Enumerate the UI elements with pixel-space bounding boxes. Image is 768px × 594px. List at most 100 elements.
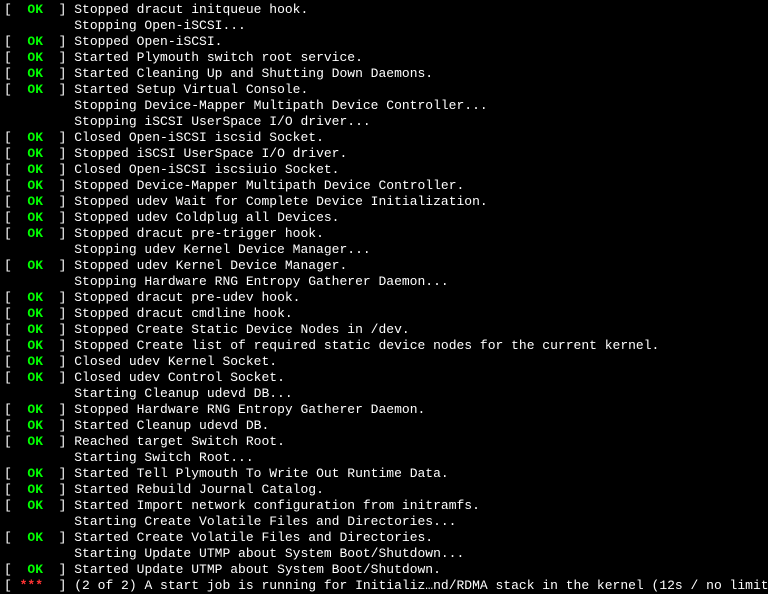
status-ok: OK xyxy=(27,130,43,146)
status-ok: OK xyxy=(27,66,43,82)
status-ok: OK xyxy=(27,354,43,370)
line-message: Stopping iSCSI UserSpace I/O driver... xyxy=(74,114,370,130)
status-ok: OK xyxy=(27,466,43,482)
line-message: (2 of 2) A start job is running for Init… xyxy=(74,578,768,594)
bracket-close: ] xyxy=(43,562,74,578)
status-ok: OK xyxy=(27,226,43,242)
console-line: [ OK ] Stopped udev Kernel Device Manage… xyxy=(4,258,764,274)
status-ok: OK xyxy=(27,50,43,66)
bracket-close: ] xyxy=(43,130,74,146)
status-ok: OK xyxy=(27,82,43,98)
line-message: Stopped dracut pre-udev hook. xyxy=(74,290,300,306)
status-ok: OK xyxy=(27,194,43,210)
bracket-open: [ xyxy=(4,178,27,194)
line-message: Closed Open-iSCSI iscsid Socket. xyxy=(74,130,324,146)
bracket-close: ] xyxy=(43,482,74,498)
console-line: Starting Update UTMP about System Boot/S… xyxy=(4,546,764,562)
console-line: [ OK ] Stopped udev Wait for Complete De… xyxy=(4,194,764,210)
line-message: Started Setup Virtual Console. xyxy=(74,82,308,98)
status-ok: OK xyxy=(27,370,43,386)
console-line: [ OK ] Started Tell Plymouth To Write Ou… xyxy=(4,466,764,482)
bracket-close: ] xyxy=(43,306,74,322)
line-message: Started Rebuild Journal Catalog. xyxy=(74,482,324,498)
console-line: [ OK ] Stopped Create list of required s… xyxy=(4,338,764,354)
line-message: Stopped Create list of required static d… xyxy=(74,338,659,354)
status-ok: OK xyxy=(27,146,43,162)
indent-padding xyxy=(4,242,74,258)
console-line: [ OK ] Started Setup Virtual Console. xyxy=(4,82,764,98)
console-line: [ OK ] Stopped dracut initqueue hook. xyxy=(4,2,764,18)
console-line: [ OK ] Started Rebuild Journal Catalog. xyxy=(4,482,764,498)
bracket-close: ] xyxy=(43,66,74,82)
bracket-open: [ xyxy=(4,578,20,594)
indent-padding xyxy=(4,546,74,562)
bracket-open: [ xyxy=(4,194,27,210)
status-ok: OK xyxy=(27,482,43,498)
console-line: [ OK ] Started Import network configurat… xyxy=(4,498,764,514)
bracket-open: [ xyxy=(4,130,27,146)
line-message: Stopping Device-Mapper Multipath Device … xyxy=(74,98,487,114)
status-ok: OK xyxy=(27,2,43,18)
bracket-close: ] xyxy=(43,578,74,594)
bracket-open: [ xyxy=(4,50,27,66)
bracket-open: [ xyxy=(4,2,27,18)
bracket-close: ] xyxy=(43,466,74,482)
line-message: Starting Cleanup udevd DB... xyxy=(74,386,292,402)
line-message: Started Cleanup udevd DB. xyxy=(74,418,269,434)
bracket-open: [ xyxy=(4,418,27,434)
console-line: [ OK ] Stopped Create Static Device Node… xyxy=(4,322,764,338)
boot-console: [ OK ] Stopped dracut initqueue hook. St… xyxy=(4,2,764,594)
line-message: Stopping Hardware RNG Entropy Gatherer D… xyxy=(74,274,448,290)
console-line: Stopping Hardware RNG Entropy Gatherer D… xyxy=(4,274,764,290)
console-line: [ OK ] Stopped dracut pre-udev hook. xyxy=(4,290,764,306)
status-ok: OK xyxy=(27,258,43,274)
line-message: Stopped udev Coldplug all Devices. xyxy=(74,210,339,226)
console-line: [ OK ] Stopped udev Coldplug all Devices… xyxy=(4,210,764,226)
console-line: [ OK ] Closed udev Control Socket. xyxy=(4,370,764,386)
line-message: Starting Update UTMP about System Boot/S… xyxy=(74,546,464,562)
line-message: Starting Create Volatile Files and Direc… xyxy=(74,514,456,530)
status-ok: OK xyxy=(27,562,43,578)
bracket-open: [ xyxy=(4,210,27,226)
bracket-close: ] xyxy=(43,354,74,370)
bracket-open: [ xyxy=(4,562,27,578)
console-line: [ OK ] Started Cleanup udevd DB. xyxy=(4,418,764,434)
line-message: Starting Switch Root... xyxy=(74,450,253,466)
status-ok: OK xyxy=(27,434,43,450)
bracket-close: ] xyxy=(43,210,74,226)
bracket-open: [ xyxy=(4,306,27,322)
bracket-close: ] xyxy=(43,498,74,514)
status-ok: OK xyxy=(27,162,43,178)
console-line: Stopping Open-iSCSI... xyxy=(4,18,764,34)
bracket-open: [ xyxy=(4,34,27,50)
line-message: Stopping Open-iSCSI... xyxy=(74,18,246,34)
bracket-open: [ xyxy=(4,354,27,370)
console-line: [ OK ] Stopped Open-iSCSI. xyxy=(4,34,764,50)
console-line: [ OK ] Stopped Hardware RNG Entropy Gath… xyxy=(4,402,764,418)
bracket-close: ] xyxy=(43,194,74,210)
console-line: [ OK ] Closed Open-iSCSI iscsid Socket. xyxy=(4,130,764,146)
bracket-close: ] xyxy=(43,418,74,434)
bracket-open: [ xyxy=(4,530,27,546)
console-line: Starting Switch Root... xyxy=(4,450,764,466)
status-ok: OK xyxy=(27,290,43,306)
bracket-open: [ xyxy=(4,258,27,274)
bracket-close: ] xyxy=(43,162,74,178)
bracket-close: ] xyxy=(43,258,74,274)
bracket-close: ] xyxy=(43,530,74,546)
console-line: [ OK ] Started Update UTMP about System … xyxy=(4,562,764,578)
console-line: Starting Cleanup udevd DB... xyxy=(4,386,764,402)
indent-padding xyxy=(4,18,74,34)
console-line: [ OK ] Closed Open-iSCSI iscsiuio Socket… xyxy=(4,162,764,178)
line-message: Stopped dracut initqueue hook. xyxy=(74,2,308,18)
indent-padding xyxy=(4,450,74,466)
status-ok: OK xyxy=(27,338,43,354)
bracket-open: [ xyxy=(4,146,27,162)
status-ok: OK xyxy=(27,178,43,194)
status-ok: OK xyxy=(27,34,43,50)
bracket-open: [ xyxy=(4,434,27,450)
line-message: Closed Open-iSCSI iscsiuio Socket. xyxy=(74,162,339,178)
indent-padding xyxy=(4,274,74,290)
console-line: Stopping Device-Mapper Multipath Device … xyxy=(4,98,764,114)
bracket-close: ] xyxy=(43,82,74,98)
